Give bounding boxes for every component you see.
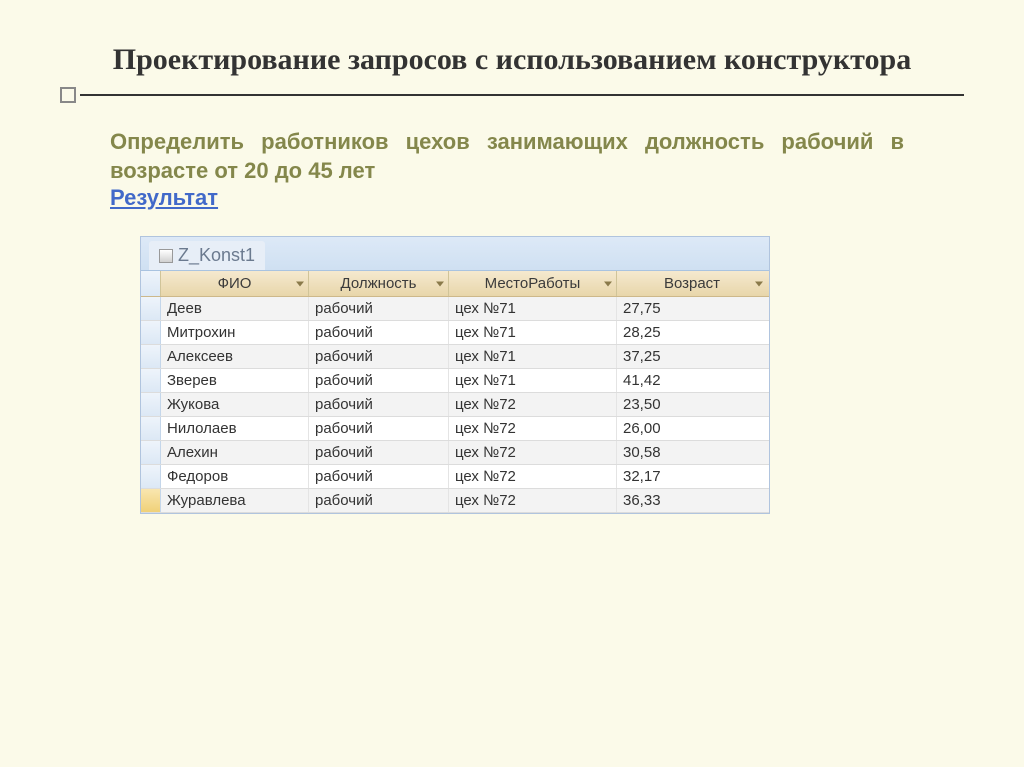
cell-age[interactable]: 27,75 [617,297,767,320]
column-header-fio[interactable]: ФИО [161,271,309,296]
cell-fio[interactable]: Федоров [161,465,309,488]
query-description: Определить работников цехов занимающих д… [110,128,904,185]
dropdown-arrow-icon[interactable] [604,281,612,286]
page-title: Проектирование запросов с использованием… [60,40,964,79]
cell-place[interactable]: цех №71 [449,297,617,320]
table-row[interactable]: Алексееврабочийцех №7137,25 [141,345,769,369]
cell-fio[interactable]: Журавлева [161,489,309,512]
row-selector[interactable] [141,393,161,416]
cell-place[interactable]: цех №72 [449,393,617,416]
cell-place[interactable]: цех №71 [449,369,617,392]
row-selector[interactable] [141,441,161,464]
row-selector[interactable] [141,417,161,440]
query-result-table: Z_Konst1 ФИО Должность МестоРаботы Возра… [140,236,770,514]
column-header-workplace[interactable]: МестоРаботы [449,271,617,296]
cell-pos[interactable]: рабочий [309,321,449,344]
row-selector[interactable] [141,345,161,368]
column-header-position[interactable]: Должность [309,271,449,296]
dropdown-arrow-icon[interactable] [296,281,304,286]
cell-pos[interactable]: рабочий [309,465,449,488]
table-row[interactable]: Нилолаеврабочийцех №7226,00 [141,417,769,441]
cell-place[interactable]: цех №72 [449,465,617,488]
cell-fio[interactable]: Деев [161,297,309,320]
row-selector[interactable] [141,465,161,488]
tab-label: Z_Konst1 [178,245,255,266]
column-label: Должность [341,275,417,292]
table-body: Дееврабочийцех №7127,75Митрохинрабочийце… [141,297,769,513]
cell-pos[interactable]: рабочий [309,393,449,416]
result-link[interactable]: Результат [110,185,218,211]
cell-place[interactable]: цех №72 [449,489,617,512]
table-row[interactable]: Журавлеварабочийцех №7236,33 [141,489,769,513]
table-row[interactable]: Федороврабочийцех №7232,17 [141,465,769,489]
row-selector[interactable] [141,297,161,320]
cell-age[interactable]: 32,17 [617,465,767,488]
column-label: Возраст [664,275,720,292]
cell-pos[interactable]: рабочий [309,441,449,464]
dropdown-arrow-icon[interactable] [436,281,444,286]
table-row[interactable]: Митрохинрабочийцех №7128,25 [141,321,769,345]
cell-age[interactable]: 26,00 [617,417,767,440]
column-header-age[interactable]: Возраст [617,271,767,296]
cell-pos[interactable]: рабочий [309,297,449,320]
tab-bar: Z_Konst1 [141,237,769,271]
row-selector[interactable] [141,321,161,344]
cell-age[interactable]: 28,25 [617,321,767,344]
row-selector[interactable] [141,489,161,512]
cell-fio[interactable]: Жукова [161,393,309,416]
cell-age[interactable]: 37,25 [617,345,767,368]
cell-age[interactable]: 41,42 [617,369,767,392]
cell-place[interactable]: цех №72 [449,417,617,440]
cell-place[interactable]: цех №71 [449,345,617,368]
query-tab[interactable]: Z_Konst1 [149,241,265,270]
table-row[interactable]: Звереврабочийцех №7141,42 [141,369,769,393]
cell-pos[interactable]: рабочий [309,369,449,392]
cell-age[interactable]: 36,33 [617,489,767,512]
cell-fio[interactable]: Нилолаев [161,417,309,440]
title-divider [60,87,964,103]
cell-pos[interactable]: рабочий [309,345,449,368]
cell-age[interactable]: 23,50 [617,393,767,416]
cell-pos[interactable]: рабочий [309,489,449,512]
cell-place[interactable]: цех №72 [449,441,617,464]
cell-fio[interactable]: Алехин [161,441,309,464]
column-label: МестоРаботы [485,275,581,292]
column-label: ФИО [218,275,252,292]
table-header-row: ФИО Должность МестоРаботы Возраст [141,271,769,297]
row-selector-header[interactable] [141,271,161,296]
cell-fio[interactable]: Алексеев [161,345,309,368]
table-row[interactable]: Дееврабочийцех №7127,75 [141,297,769,321]
query-icon [159,249,173,263]
divider-line [80,94,964,96]
row-selector[interactable] [141,369,161,392]
cell-place[interactable]: цех №71 [449,321,617,344]
table-row[interactable]: Жуковарабочийцех №7223,50 [141,393,769,417]
cell-pos[interactable]: рабочий [309,417,449,440]
cell-age[interactable]: 30,58 [617,441,767,464]
divider-square-icon [60,87,76,103]
cell-fio[interactable]: Митрохин [161,321,309,344]
dropdown-arrow-icon[interactable] [755,281,763,286]
table-row[interactable]: Алехинрабочийцех №7230,58 [141,441,769,465]
cell-fio[interactable]: Зверев [161,369,309,392]
